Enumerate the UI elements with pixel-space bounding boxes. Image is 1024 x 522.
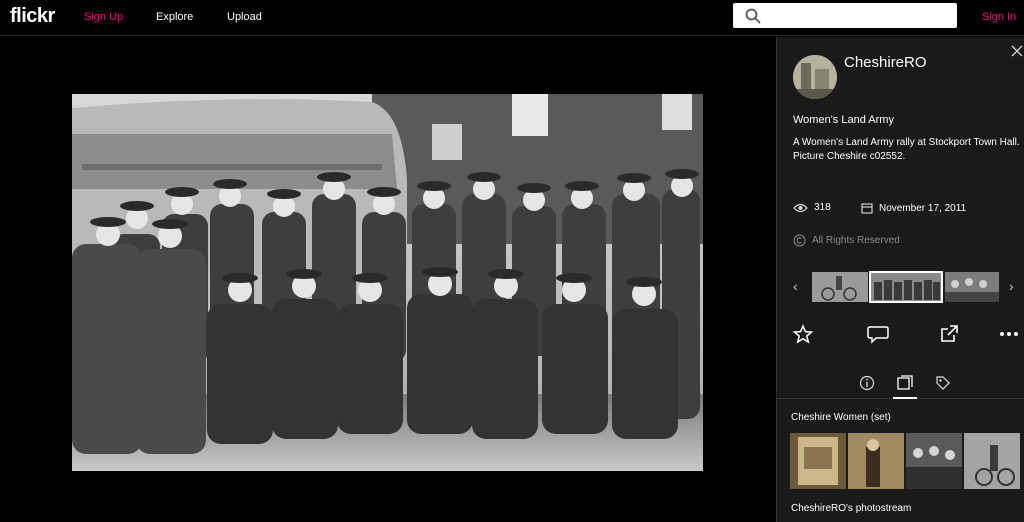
star-icon[interactable] [793,324,813,344]
taken-date: November 17, 2011 [861,202,966,214]
photostream-title[interactable]: CheshireRO's photostream [791,503,911,514]
calendar-icon [861,203,873,214]
filmstrip-thumb[interactable] [945,272,999,302]
chevron-right-icon[interactable]: › [1009,278,1014,294]
set-thumbnails [790,433,1022,489]
thumb-image [790,433,846,489]
thumb-image [848,433,904,489]
thumb-image [945,272,999,302]
license: All Rights Reserved [793,234,900,247]
eye-icon [793,203,808,212]
top-navigation-bar: flickr Sign Up Explore Upload Sign In [0,0,1024,36]
thumb-image [812,272,868,302]
tags-icon[interactable] [935,375,951,391]
info-icon[interactable] [859,375,875,391]
set-title[interactable]: Cheshire Women (set) [791,412,891,423]
view-count-value: 318 [814,202,831,213]
flickr-logo[interactable]: flickr [10,5,55,28]
photo-description: A Women's Land Army rally at Stockport T… [793,136,1021,164]
photo-image [72,94,703,471]
panel-tabs [777,371,1024,399]
search-input[interactable] [733,3,957,28]
thumb-image [870,272,942,302]
owner-name[interactable]: CheshireRO [844,54,927,71]
search-icon [745,8,761,24]
chevron-left-icon[interactable]: ‹ [793,278,798,294]
set-thumb[interactable] [906,433,962,489]
owner-avatar[interactable] [793,55,837,99]
share-icon[interactable] [939,324,959,344]
upload-link[interactable]: Upload [227,11,262,23]
thumb-image [906,433,962,489]
set-thumb[interactable] [964,433,1020,489]
photo-title: Women's Land Army [793,114,894,126]
photostream-filmstrip: ‹ › [777,269,1024,305]
main-photo[interactable] [72,94,703,471]
view-count: 318 [793,202,831,213]
photo-info-panel: CheshireRO Women's Land Army A Women's L… [776,37,1024,522]
taken-date-value[interactable]: November 17, 2011 [879,203,966,214]
more-icon[interactable] [999,324,1019,344]
license-text[interactable]: All Rights Reserved [812,235,900,246]
photo-stage [0,37,776,522]
explore-link[interactable]: Explore [156,11,193,23]
avatar-image [793,55,837,99]
set-thumb[interactable] [790,433,846,489]
sign-up-link[interactable]: Sign Up [84,11,123,23]
sets-icon[interactable] [897,375,913,391]
close-icon[interactable] [1011,45,1023,57]
sign-in-link[interactable]: Sign In [982,11,1016,23]
description-line: A Women's Land Army rally at Stockport T… [793,137,1020,148]
thumb-image [964,433,1020,489]
photo-actions [777,322,1024,348]
filmstrip-thumb-current[interactable] [869,271,943,303]
active-tab-indicator [893,397,917,399]
description-line: Picture Cheshire c02552. [793,151,906,162]
comment-icon[interactable] [867,324,889,344]
set-thumb[interactable] [848,433,904,489]
filmstrip-thumb[interactable] [812,272,868,302]
copyright-icon [793,234,806,247]
